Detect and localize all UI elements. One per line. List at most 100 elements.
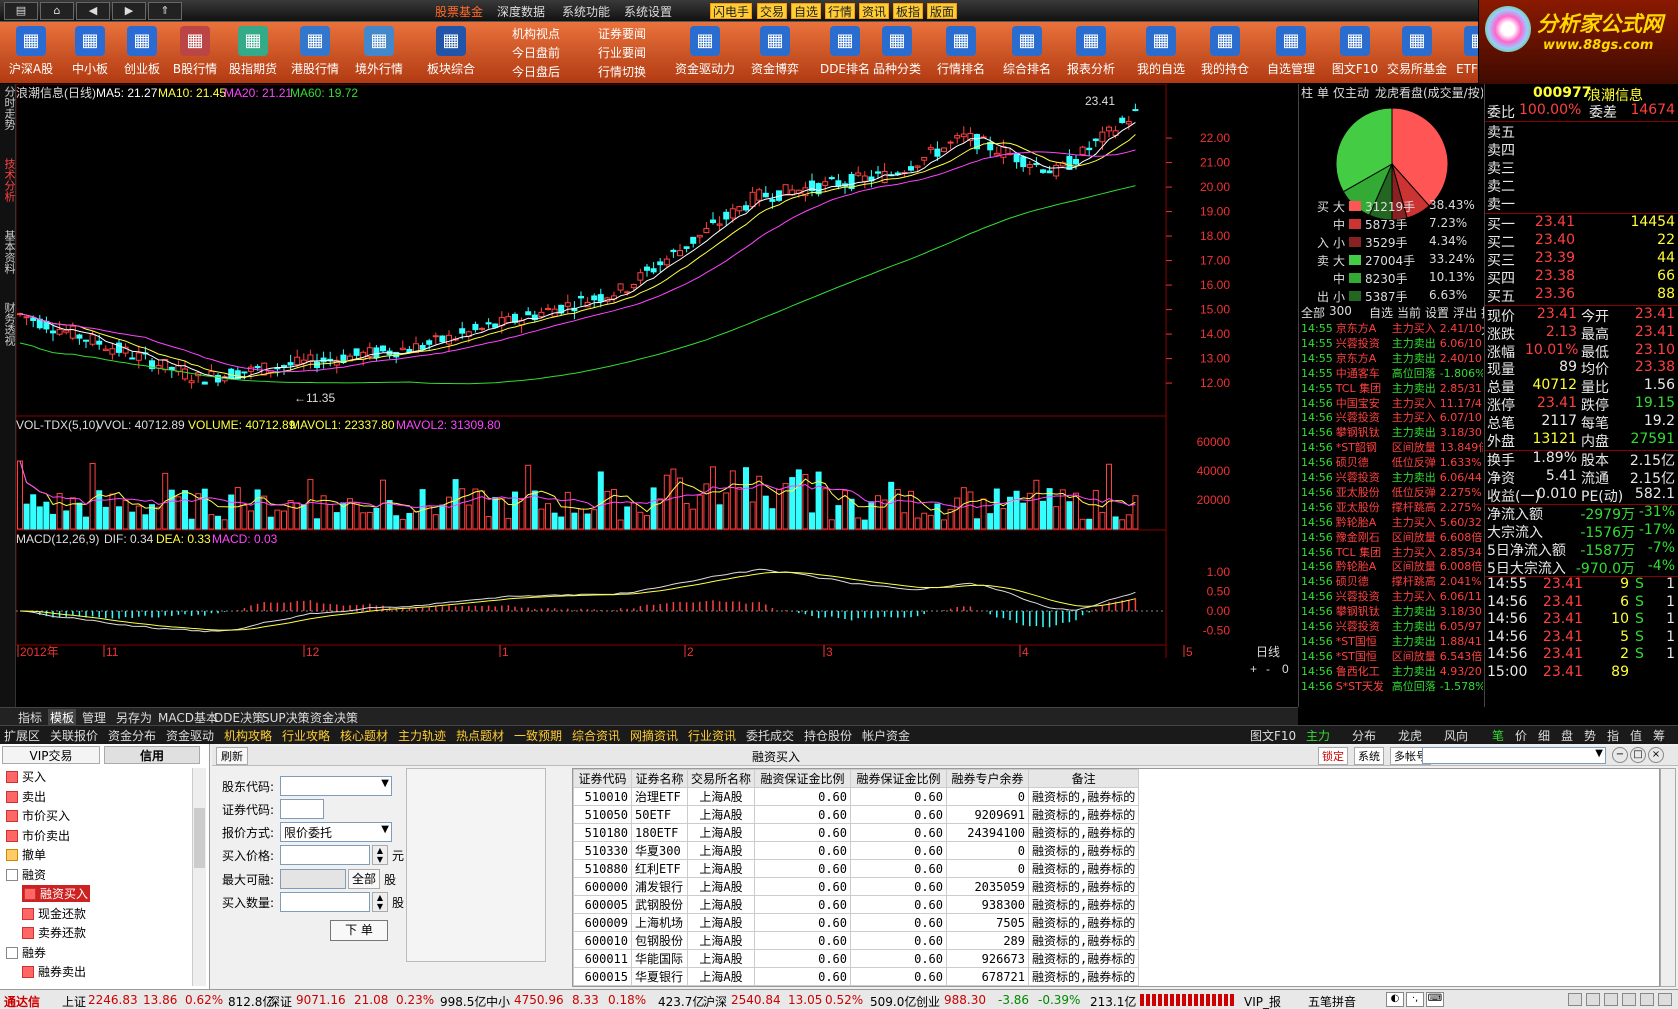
tape-row[interactable]: 14:56 兴蓉投资 主力买入 6.06/11 bbox=[1301, 588, 1483, 603]
table-row[interactable]: 600010 包钢股份 上海A股 0.60 0.60 289 融资标的,融券标的 bbox=[573, 931, 1140, 950]
tape-row[interactable]: 14:56 亚太股份 低位反弹 2.275% bbox=[1301, 484, 1483, 499]
tape-row[interactable]: 14:56 TCL 集团 主力买入 2.85/34 bbox=[1301, 544, 1483, 559]
ext-tab-5[interactable]: 行业攻略 bbox=[282, 727, 330, 744]
tape-row[interactable]: 14:56 兴蓉投资 主力卖出 6.05/97 bbox=[1301, 618, 1483, 633]
ext-tab-4[interactable]: 机构攻略 bbox=[224, 727, 272, 744]
tree-item-1[interactable]: 卖出 bbox=[6, 788, 46, 805]
ext-tab-11[interactable]: 网摘资讯 bbox=[630, 727, 678, 744]
tape-row[interactable]: 14:56 兴蓉投资 主力卖出 6.06/44 bbox=[1301, 469, 1483, 484]
qty-stepper[interactable]: ▲ ▼ bbox=[372, 892, 388, 912]
detail-tab-4[interactable]: 势 bbox=[1584, 727, 1596, 744]
table-scrollbar[interactable] bbox=[1660, 768, 1676, 987]
tab-vip-trade[interactable]: VIP交易 bbox=[2, 746, 100, 764]
toolbar-item2-9[interactable]: ▦ 自选管理 bbox=[1264, 24, 1318, 82]
column-header-6[interactable]: 备注 bbox=[1028, 769, 1140, 788]
scrollbar-thumb[interactable] bbox=[194, 808, 205, 868]
detail-tab-3[interactable]: 盘 bbox=[1561, 727, 1573, 744]
tray-icon-3[interactable] bbox=[1604, 993, 1618, 1006]
toolbar-item-1[interactable]: ▦ 中小板 bbox=[64, 24, 116, 82]
ext-tab-12[interactable]: 行业资讯 bbox=[688, 727, 736, 744]
detail-tab-5[interactable]: 指 bbox=[1607, 727, 1619, 744]
ext-tab-14[interactable]: 持仓股份 bbox=[804, 727, 852, 744]
tape-row[interactable]: 14:56*ST韶钢区间放量13.849倍 bbox=[1301, 439, 1483, 454]
tree-item-10[interactable]: 融券卖出 bbox=[22, 963, 86, 980]
table-row[interactable]: 600015 华夏银行 上海A股 0.60 0.60 678721 融资标的,融券标的 bbox=[573, 967, 1140, 986]
punct-icon[interactable]: ·, bbox=[1406, 992, 1424, 1007]
tree-item-6[interactable]: 融资买入 bbox=[22, 885, 91, 902]
tree-item-7[interactable]: 现金还款 bbox=[22, 905, 86, 922]
lock-button[interactable]: 锁定 bbox=[1318, 747, 1348, 765]
flow-mode-tab-0[interactable]: 柱 bbox=[1301, 84, 1313, 101]
quick-btn-0[interactable]: 闪电手 bbox=[710, 3, 753, 19]
flow-tab-3[interactable]: 风向 bbox=[1444, 727, 1468, 744]
detail-tab-7[interactable]: 筹 bbox=[1653, 727, 1665, 744]
indicator-tab-3[interactable]: 另存为 bbox=[116, 709, 152, 726]
tape-filter-0[interactable]: 全部 bbox=[1301, 304, 1325, 321]
ext-tab-6[interactable]: 核心题材 bbox=[340, 727, 388, 744]
pricetype-select[interactable]: 限价委托 ▼ bbox=[280, 822, 392, 842]
tape-row[interactable]: 14:55 中通客车 高位回落 -1.806% bbox=[1301, 365, 1483, 380]
table-row[interactable]: 510010 治理ETF 上海A股 0.60 0.60 0 融资标的,融券标的 bbox=[573, 787, 1140, 806]
tape-row[interactable]: 14:56 豫金刚石 区间放量 6.608倍 bbox=[1301, 529, 1483, 544]
ext-tab-0[interactable]: 扩展区 bbox=[4, 727, 40, 744]
tape-filter-4[interactable]: 设置 bbox=[1425, 304, 1449, 321]
column-header-3[interactable]: 融资保证金比例 bbox=[754, 769, 852, 788]
tape-row[interactable]: 14:56 攀钢钒钛 主力卖出 3.18/30 bbox=[1301, 424, 1483, 439]
toolbar-item2-5[interactable]: ▦ 综合排名 bbox=[1000, 24, 1054, 82]
indicator-tab-0[interactable]: 指标 bbox=[18, 709, 42, 726]
table-row[interactable]: 600005 武钢股份 上海A股 0.60 0.60 938300 融资标的,融券标的 bbox=[573, 895, 1140, 914]
tape-row[interactable]: 14:56 黔轮胎A 主力买入 5.60/32 bbox=[1301, 514, 1483, 529]
toolbar-sub2-1[interactable]: 行业要闻 bbox=[598, 44, 646, 62]
tape-row[interactable]: 14:56 *ST国恒 主力卖出 1.88/41 bbox=[1301, 633, 1483, 648]
tray-icon-6[interactable] bbox=[1658, 993, 1672, 1006]
account-select[interactable]: ▼ bbox=[1422, 747, 1606, 764]
column-header-1[interactable]: 证券名称 bbox=[631, 769, 688, 788]
tree-item-3[interactable]: 市价卖出 bbox=[6, 827, 70, 844]
left-tab-1[interactable]: 技术分析 bbox=[1, 158, 16, 202]
toolbar-item2-3[interactable]: ▦ 品种分类 bbox=[870, 24, 924, 82]
toolbar-item2-11[interactable]: ▦ 交易所基金 bbox=[1384, 24, 1450, 82]
column-header-4[interactable]: 融券保证金比例 bbox=[850, 769, 948, 788]
ext-tab-7[interactable]: 主力轨迹 bbox=[398, 727, 446, 744]
flow-mode-tab-2[interactable]: 仅主动 bbox=[1333, 84, 1369, 101]
tape-filter-5[interactable]: 浮出 bbox=[1453, 304, 1477, 321]
ext-tab-15[interactable]: 帐户资金 bbox=[862, 727, 910, 744]
refresh-button[interactable]: 刷新 bbox=[216, 747, 248, 765]
toolbar-item-3[interactable]: ▦ B股行情 bbox=[168, 24, 222, 82]
back-icon[interactable]: ◀ bbox=[76, 2, 110, 20]
detail-tab-1[interactable]: 价 bbox=[1515, 727, 1527, 744]
tree-item-9[interactable]: 融券 bbox=[6, 944, 46, 961]
tray-icon-1[interactable] bbox=[1568, 993, 1582, 1006]
holder-select[interactable]: ▼ bbox=[280, 776, 392, 796]
toolbar-sub1-0[interactable]: 机构视点 bbox=[512, 25, 560, 43]
flow-mode-tab-3[interactable]: 龙虎看盘(成交量/按) bbox=[1375, 84, 1483, 101]
toolbar-item-2[interactable]: ▦ 创业板 bbox=[118, 24, 166, 82]
submit-order-button[interactable]: 下 单 bbox=[330, 920, 388, 941]
tape-row[interactable]: 14:56 亚太股份 撑杆跳高 2.275% bbox=[1301, 499, 1483, 514]
tree-item-5[interactable]: 融资 bbox=[6, 866, 46, 883]
half-width-icon[interactable]: ◐ bbox=[1386, 992, 1404, 1007]
indicator-tab-6[interactable]: SUP决策 bbox=[262, 709, 310, 726]
quick-btn-6[interactable]: 版面 bbox=[927, 3, 958, 19]
tree-item-8[interactable]: 卖券还款 bbox=[22, 924, 86, 941]
tray-icon-5[interactable] bbox=[1640, 993, 1654, 1006]
minimize-icon[interactable]: − bbox=[1612, 747, 1628, 763]
toolbar-item2-4[interactable]: ▦ 行情排名 bbox=[934, 24, 988, 82]
left-tab-0[interactable]: 分时走势 bbox=[1, 86, 16, 130]
indicator-tab-4[interactable]: MACD基本 bbox=[158, 709, 218, 726]
flow-tab-1[interactable]: 分布 bbox=[1352, 727, 1376, 744]
indicator-tab-2[interactable]: 管理 bbox=[82, 709, 106, 726]
quick-btn-4[interactable]: 资讯 bbox=[859, 3, 890, 19]
table-row[interactable]: 510330 华夏300 上海A股 0.60 0.60 0 融资标的,融券标的 bbox=[573, 841, 1140, 860]
qty-input[interactable] bbox=[280, 892, 370, 912]
detail-tab-2[interactable]: 细 bbox=[1538, 727, 1550, 744]
column-header-5[interactable]: 融券专户余券 bbox=[946, 769, 1030, 788]
ext-tab-9[interactable]: 一致预期 bbox=[514, 727, 562, 744]
toolbar-item2-6[interactable]: ▦ 报表分析 bbox=[1064, 24, 1118, 82]
ext-tab-f10[interactable]: 图文F10 bbox=[1250, 727, 1296, 744]
toolbar-item-5[interactable]: ▦ 港股行情 bbox=[286, 24, 344, 82]
forward-icon[interactable]: ▶ bbox=[112, 2, 146, 20]
ext-tab-1[interactable]: 关联报价 bbox=[50, 727, 98, 744]
table-row[interactable]: 600009 上海机场 上海A股 0.60 0.60 7505 融资标的,融券标的 bbox=[573, 913, 1140, 932]
quick-btn-3[interactable]: 行情 bbox=[825, 3, 856, 19]
